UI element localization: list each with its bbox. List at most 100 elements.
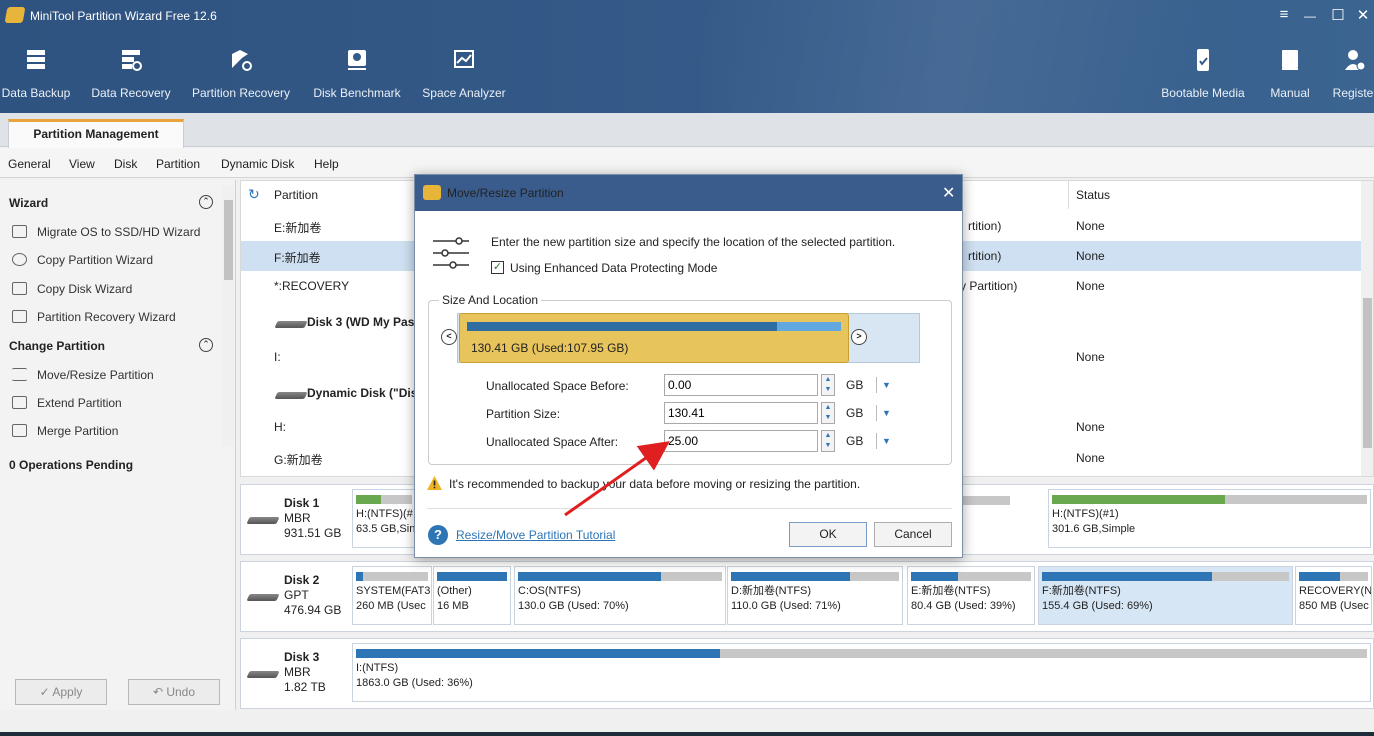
undo-button[interactable]: ↶ Undo <box>128 679 220 705</box>
group-title: Size And Location <box>439 293 542 307</box>
sidebar-change-partition-title: Change Partition <box>9 339 106 353</box>
copy-disk-icon <box>12 282 27 295</box>
partition-block[interactable]: C:OS(NTFS) 130.0 GB (Used: 70%) <box>514 566 726 625</box>
cancel-button[interactable]: Cancel <box>874 522 952 547</box>
disk-group-header[interactable]: Disk 3 (WD My Pass <box>307 315 421 329</box>
partition-size-input[interactable] <box>664 402 818 424</box>
column-header-status[interactable]: Status <box>1076 188 1110 202</box>
usage-fill <box>911 572 958 581</box>
bootable-media-icon <box>1197 49 1209 71</box>
toolbar-disk-benchmark[interactable]: Disk Benchmark <box>311 48 403 100</box>
disk-icon <box>274 321 308 328</box>
sidebar-item-migrate-os[interactable]: Migrate OS to SSD/HD Wizard <box>12 225 200 239</box>
partition-block[interactable]: H:(NTFS)(#1) 301.6 GB,Simple <box>1048 489 1371 548</box>
partition-block[interactable]: SYSTEM(FAT3 260 MB (Usec <box>352 566 432 625</box>
partition-block[interactable]: D:新加卷(NTFS) 110.0 GB (Used: 71%) <box>727 566 903 625</box>
unallocated-before-input[interactable] <box>664 374 818 396</box>
sidebar-item-extend[interactable]: Extend Partition <box>12 396 122 410</box>
partition-label: D:新加卷(NTFS) <box>731 585 812 597</box>
move-left-handle-icon[interactable]: < <box>441 329 457 345</box>
partition-info: 80.4 GB (Used: 39%) <box>911 600 1016 612</box>
unallocated-before-spinner[interactable]: ▲ ▼ <box>821 374 835 396</box>
unit-dropdown-icon[interactable]: ▼ <box>876 433 891 449</box>
disk-style: MBR <box>284 665 311 679</box>
toolbar-data-recovery[interactable]: Data Recovery <box>90 48 172 100</box>
disk-name: Disk 1 <box>284 496 320 510</box>
apply-button[interactable]: ✓ Apply <box>15 679 107 705</box>
toolbar-partition-recovery[interactable]: Partition Recovery <box>189 48 293 100</box>
sidebar-item-move-resize[interactable]: Move/Resize Partition <box>12 368 154 382</box>
sidebar-item-copy-disk[interactable]: Copy Disk Wizard <box>12 282 132 296</box>
partition-block[interactable]: I:(NTFS) 1863.0 GB (Used: 36%) <box>352 643 1371 702</box>
sidebar-item-merge[interactable]: Merge Partition <box>12 424 118 438</box>
sidebar-item-copy-partition[interactable]: Copy Partition Wizard <box>12 253 153 267</box>
operations-pending: 0 Operations Pending <box>9 458 134 472</box>
minimize-button[interactable]: — <box>1299 9 1321 23</box>
menu-icon[interactable]: ≡ <box>1273 6 1295 23</box>
data-backup-icon <box>27 50 45 69</box>
partition-recovery-icon <box>232 50 252 71</box>
disk-info: Disk 1 MBR 931.51 GB <box>284 496 341 541</box>
unit-label: GB <box>846 434 864 448</box>
partition-block[interactable]: RECOVERY(N 850 MB (Usec <box>1295 566 1372 625</box>
disk-group-header[interactable]: Dynamic Disk ("Disk <box>307 386 424 400</box>
refresh-icon[interactable]: ↻ <box>248 186 260 203</box>
disk-size: 1.82 TB <box>284 680 326 694</box>
partition-label: F:新加卷(NTFS) <box>1042 585 1121 597</box>
warning-icon <box>427 476 442 490</box>
partition-handle[interactable] <box>459 313 849 363</box>
move-right-handle-icon[interactable]: > <box>851 329 867 345</box>
partition-caption: 130.41 GB (Used:107.95 GB) <box>471 341 629 355</box>
toolbar-manual[interactable]: Manual <box>1264 48 1316 100</box>
toolbar-label: Partition Recovery <box>191 86 291 100</box>
unallocated-after-spinner[interactable]: ▲ ▼ <box>821 430 835 452</box>
unallocated-after-input[interactable] <box>664 430 818 452</box>
sidebar-item-label: Copy Partition Wizard <box>37 253 154 267</box>
close-button[interactable]: ✕ <box>1352 6 1374 24</box>
help-icon[interactable]: ? <box>428 525 448 545</box>
field-label-size: Partition Size: <box>486 407 561 421</box>
collapse-wizard-icon[interactable]: ⌃ <box>199 195 213 209</box>
table-scroll-thumb[interactable] <box>1363 298 1372 448</box>
sidebar-item-partition-recovery[interactable]: Partition Recovery Wizard <box>12 310 176 324</box>
tutorial-link[interactable]: Resize/Move Partition Tutorial <box>456 528 615 542</box>
sidebar-item-label: Extend Partition <box>37 396 122 410</box>
sidebar-wizard-title: Wizard <box>9 196 49 210</box>
usage-fill <box>518 572 661 581</box>
disk-info: Disk 3 MBR 1.82 TB <box>284 650 326 695</box>
partition-block[interactable]: H:(NTFS)(# 63.5 GB,Sin <box>352 489 416 548</box>
menu-disk[interactable]: Disk <box>114 157 137 171</box>
usage-fill <box>1052 495 1226 504</box>
partition-block[interactable]: E:新加卷(NTFS) 80.4 GB (Used: 39%) <box>907 566 1035 625</box>
toolbar-data-backup[interactable]: Data Backup <box>0 48 72 100</box>
dialog-close-icon[interactable]: ✕ <box>942 183 955 203</box>
column-header-partition[interactable]: Partition <box>274 188 318 202</box>
unit-dropdown-icon[interactable]: ▼ <box>876 405 891 421</box>
partition-block-selected[interactable]: F:新加卷(NTFS) 155.4 GB (Used: 69%) <box>1038 566 1293 625</box>
partition-size-spinner[interactable]: ▲ ▼ <box>821 402 835 424</box>
unit-dropdown-icon[interactable]: ▼ <box>876 377 891 393</box>
menu-help[interactable]: Help <box>314 157 339 171</box>
backup-warning: It's recommended to backup your data bef… <box>449 477 861 491</box>
menu-partition[interactable]: Partition <box>156 157 200 171</box>
maximize-button[interactable]: ☐ <box>1327 6 1349 24</box>
ok-button[interactable]: OK <box>789 522 867 547</box>
copy-partition-icon <box>12 253 27 266</box>
menu-dynamic-disk[interactable]: Dynamic Disk <box>221 157 294 171</box>
enhanced-mode-checkbox[interactable]: ✓ <box>491 261 504 274</box>
disk-info: Disk 2 GPT 476.94 GB <box>284 573 341 618</box>
menu-general[interactable]: General <box>8 157 51 171</box>
toolbar-bootable-media[interactable]: Bootable Media <box>1158 48 1248 100</box>
collapse-change-partition-icon[interactable]: ⌃ <box>199 338 213 352</box>
move-resize-dialog: Move/Resize Partition ✕ Enter the new pa… <box>414 174 963 558</box>
menu-view[interactable]: View <box>69 157 95 171</box>
field-label-after: Unallocated Space After: <box>486 435 619 449</box>
toolbar-register[interactable]: Register <box>1330 48 1374 100</box>
sidebar-scroll-thumb[interactable] <box>224 200 233 280</box>
toolbar-space-analyzer[interactable]: Space Analyzer <box>421 48 507 100</box>
dialog-intro: Enter the new partition size and specify… <box>491 235 896 249</box>
tab-partition-management[interactable]: Partition Management <box>8 119 184 148</box>
partition-label: SYSTEM(FAT3 <box>356 585 431 597</box>
partition-block[interactable]: (Other) 16 MB <box>433 566 511 625</box>
row-partition: *:RECOVERY <box>274 279 350 293</box>
